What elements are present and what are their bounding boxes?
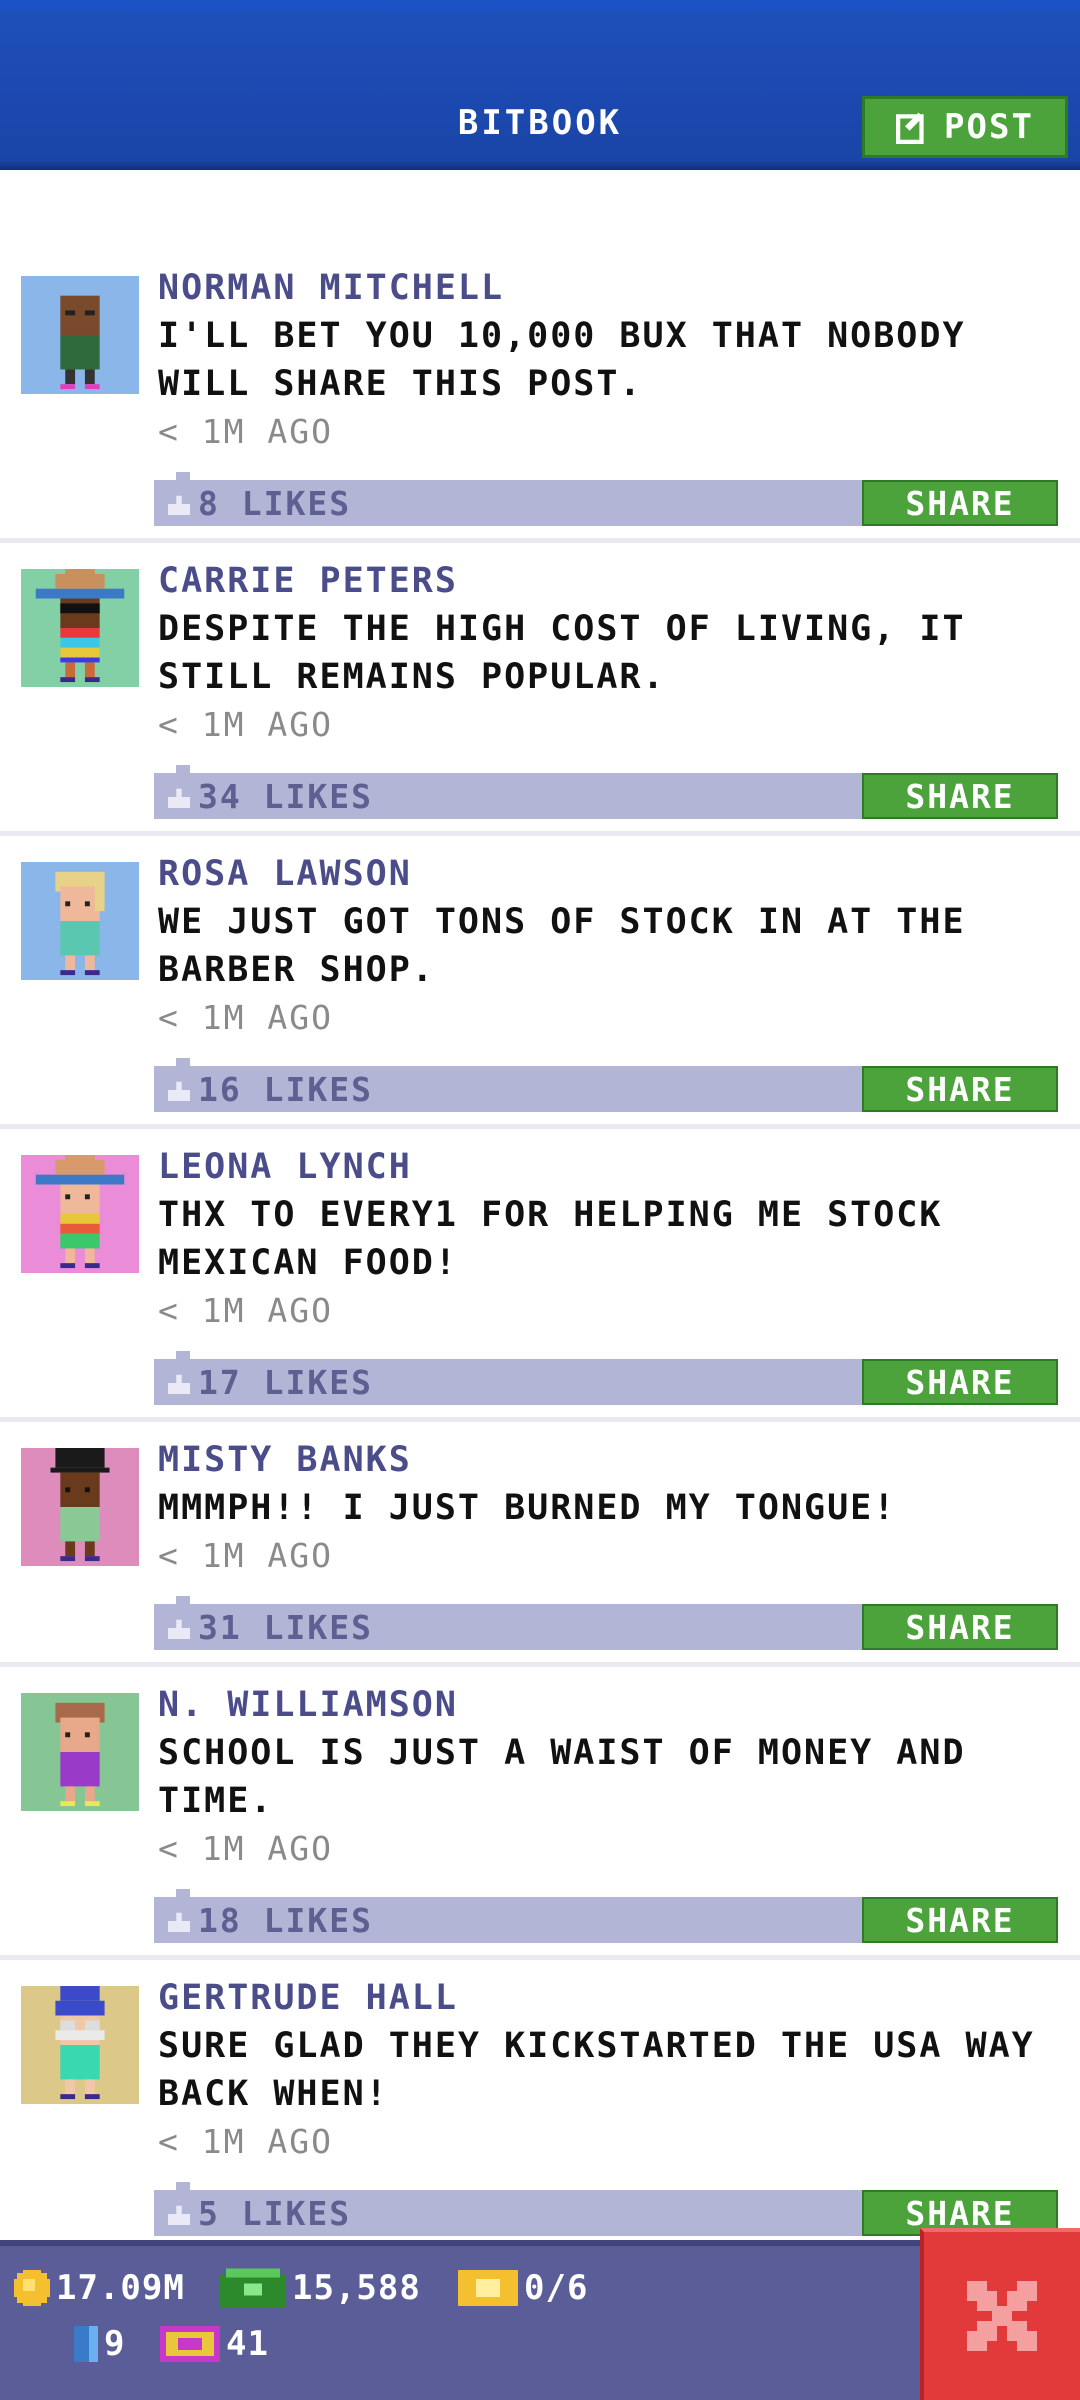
feed-post: CARRIE PETERS DESPITE THE HIGH COST OF L… bbox=[0, 543, 1080, 836]
thumbs-up-icon bbox=[168, 1619, 190, 1639]
feed-post: GERTRUDE HALL SURE GLAD THEY KICKSTARTED… bbox=[0, 1960, 1080, 2253]
share-button[interactable]: SHARE bbox=[862, 1066, 1058, 1112]
thumbs-up-icon bbox=[168, 1374, 190, 1394]
ticket-icon bbox=[458, 2270, 518, 2306]
bitizen-sprite bbox=[55, 1986, 105, 2100]
thumbs-up-icon bbox=[168, 2205, 190, 2225]
bux-value: 15,588 bbox=[292, 2268, 421, 2308]
thumbs-up-icon bbox=[168, 1912, 190, 1932]
avatar bbox=[21, 1448, 139, 1566]
like-count: 31 LIKES bbox=[198, 1608, 373, 1647]
bitizens-value: 9 bbox=[104, 2324, 126, 2364]
feed-post: NORMAN MITCHELL I'LL BET YOU 10,000 BUX … bbox=[0, 250, 1080, 543]
bux-stat: 15,588 bbox=[220, 2268, 421, 2308]
post-time: < 1M AGO bbox=[158, 2122, 333, 2161]
bitizen-sprite bbox=[50, 1448, 110, 1562]
post-time: < 1M AGO bbox=[158, 412, 333, 451]
bitizen-sprite bbox=[35, 569, 125, 683]
feed-post: MISTY BANKS MMMPH!! I JUST BURNED MY TON… bbox=[0, 1422, 1080, 1667]
feed-post: ROSA LAWSON WE JUST GOT TONS OF STOCK IN… bbox=[0, 836, 1080, 1129]
avatar bbox=[21, 1155, 139, 1273]
like-bar: 17 LIKES SHARE bbox=[154, 1351, 1058, 1405]
share-button[interactable]: SHARE bbox=[862, 1604, 1058, 1650]
post-button-label: POST bbox=[944, 107, 1034, 147]
post-author[interactable]: CARRIE PETERS bbox=[158, 561, 458, 601]
post-author[interactable]: NORMAN MITCHELL bbox=[158, 268, 504, 308]
like-bar: 34 LIKES SHARE bbox=[154, 765, 1058, 819]
vip-stat: 41 bbox=[160, 2324, 269, 2364]
tickets-stat: 0/6 bbox=[458, 2268, 588, 2308]
vip-icon bbox=[160, 2326, 220, 2362]
post-message: DESPITE THE HIGH COST OF LIVING, IT STIL… bbox=[158, 609, 966, 697]
post-button[interactable]: POST bbox=[862, 96, 1068, 158]
bitizens-stat: 9 bbox=[74, 2324, 125, 2364]
bitizen-icon bbox=[74, 2326, 98, 2362]
feed-post: N. WILLIAMSON SCHOOL IS JUST A WAIST OF … bbox=[0, 1667, 1080, 1960]
like-count: 8 LIKES bbox=[198, 484, 352, 523]
close-icon bbox=[967, 2281, 1037, 2351]
post-message: WE JUST GOT TONS OF STOCK IN AT THE BARB… bbox=[158, 902, 966, 990]
post-time: < 1M AGO bbox=[158, 1536, 333, 1575]
post-time: < 1M AGO bbox=[158, 705, 333, 744]
avatar bbox=[21, 1693, 139, 1811]
post-message: THX TO EVERY1 FOR HELPING ME STOCK MEXIC… bbox=[158, 1195, 943, 1283]
post-author[interactable]: LEONA LYNCH bbox=[158, 1147, 412, 1187]
like-bar: 18 LIKES SHARE bbox=[154, 1889, 1058, 1943]
post-message: SCHOOL IS JUST A WAIST OF MONEY AND TIME… bbox=[158, 1733, 966, 1821]
bitizen-sprite bbox=[55, 871, 105, 976]
like-bar: 31 LIKES SHARE bbox=[154, 1596, 1058, 1650]
share-button[interactable]: SHARE bbox=[862, 1359, 1058, 1405]
like-count: 17 LIKES bbox=[198, 1363, 373, 1402]
like-bar: 16 LIKES SHARE bbox=[154, 1058, 1058, 1112]
avatar bbox=[21, 1986, 139, 2104]
post-message: MMMPH!! I JUST BURNED MY TONGUE! bbox=[158, 1488, 897, 1528]
post-author[interactable]: ROSA LAWSON bbox=[158, 854, 412, 894]
feed-list: NORMAN MITCHELL I'LL BET YOU 10,000 BUX … bbox=[0, 250, 1080, 2253]
bitizen-sprite bbox=[55, 1702, 105, 1807]
coin-icon bbox=[14, 2270, 50, 2306]
tickets-value: 0/6 bbox=[524, 2268, 589, 2308]
like-count: 16 LIKES bbox=[198, 1070, 373, 1109]
avatar bbox=[21, 569, 139, 687]
feed-post: LEONA LYNCH THX TO EVERY1 FOR HELPING ME… bbox=[0, 1129, 1080, 1422]
top-bar: BITBOOK POST bbox=[0, 0, 1080, 170]
close-button[interactable] bbox=[920, 2228, 1080, 2400]
bux-icon bbox=[220, 2268, 286, 2308]
bitizen-sprite bbox=[35, 1155, 125, 1269]
like-count: 34 LIKES bbox=[198, 777, 373, 816]
thumbs-up-icon bbox=[168, 1081, 190, 1101]
post-time: < 1M AGO bbox=[158, 998, 333, 1037]
post-author[interactable]: MISTY BANKS bbox=[158, 1440, 412, 1480]
like-bar: 8 LIKES SHARE bbox=[154, 472, 1058, 526]
thumbs-up-icon bbox=[168, 788, 190, 808]
avatar bbox=[21, 862, 139, 980]
like-count: 18 LIKES bbox=[198, 1901, 373, 1940]
thumbs-up-icon bbox=[168, 495, 190, 515]
share-button[interactable]: SHARE bbox=[862, 1897, 1058, 1943]
coins-stat: 17.09M bbox=[14, 2268, 185, 2308]
bitizen-sprite bbox=[60, 295, 100, 390]
post-time: < 1M AGO bbox=[158, 1829, 333, 1868]
like-count: 5 LIKES bbox=[198, 2194, 352, 2233]
post-time: < 1M AGO bbox=[158, 1291, 333, 1330]
status-bar: 17.09M 15,588 0/6 9 41 bbox=[0, 2240, 1080, 2400]
vip-value: 41 bbox=[226, 2324, 269, 2364]
share-button[interactable]: SHARE bbox=[862, 480, 1058, 526]
post-message: SURE GLAD THEY KICKSTARTED THE USA WAY B… bbox=[158, 2026, 1035, 2114]
post-author[interactable]: N. WILLIAMSON bbox=[158, 1685, 458, 1725]
edit-icon bbox=[896, 112, 924, 144]
avatar bbox=[21, 276, 139, 394]
post-author[interactable]: GERTRUDE HALL bbox=[158, 1978, 458, 2018]
share-button[interactable]: SHARE bbox=[862, 773, 1058, 819]
post-message: I'LL BET YOU 10,000 BUX THAT NOBODY WILL… bbox=[158, 316, 966, 404]
coins-value: 17.09M bbox=[56, 2268, 185, 2308]
